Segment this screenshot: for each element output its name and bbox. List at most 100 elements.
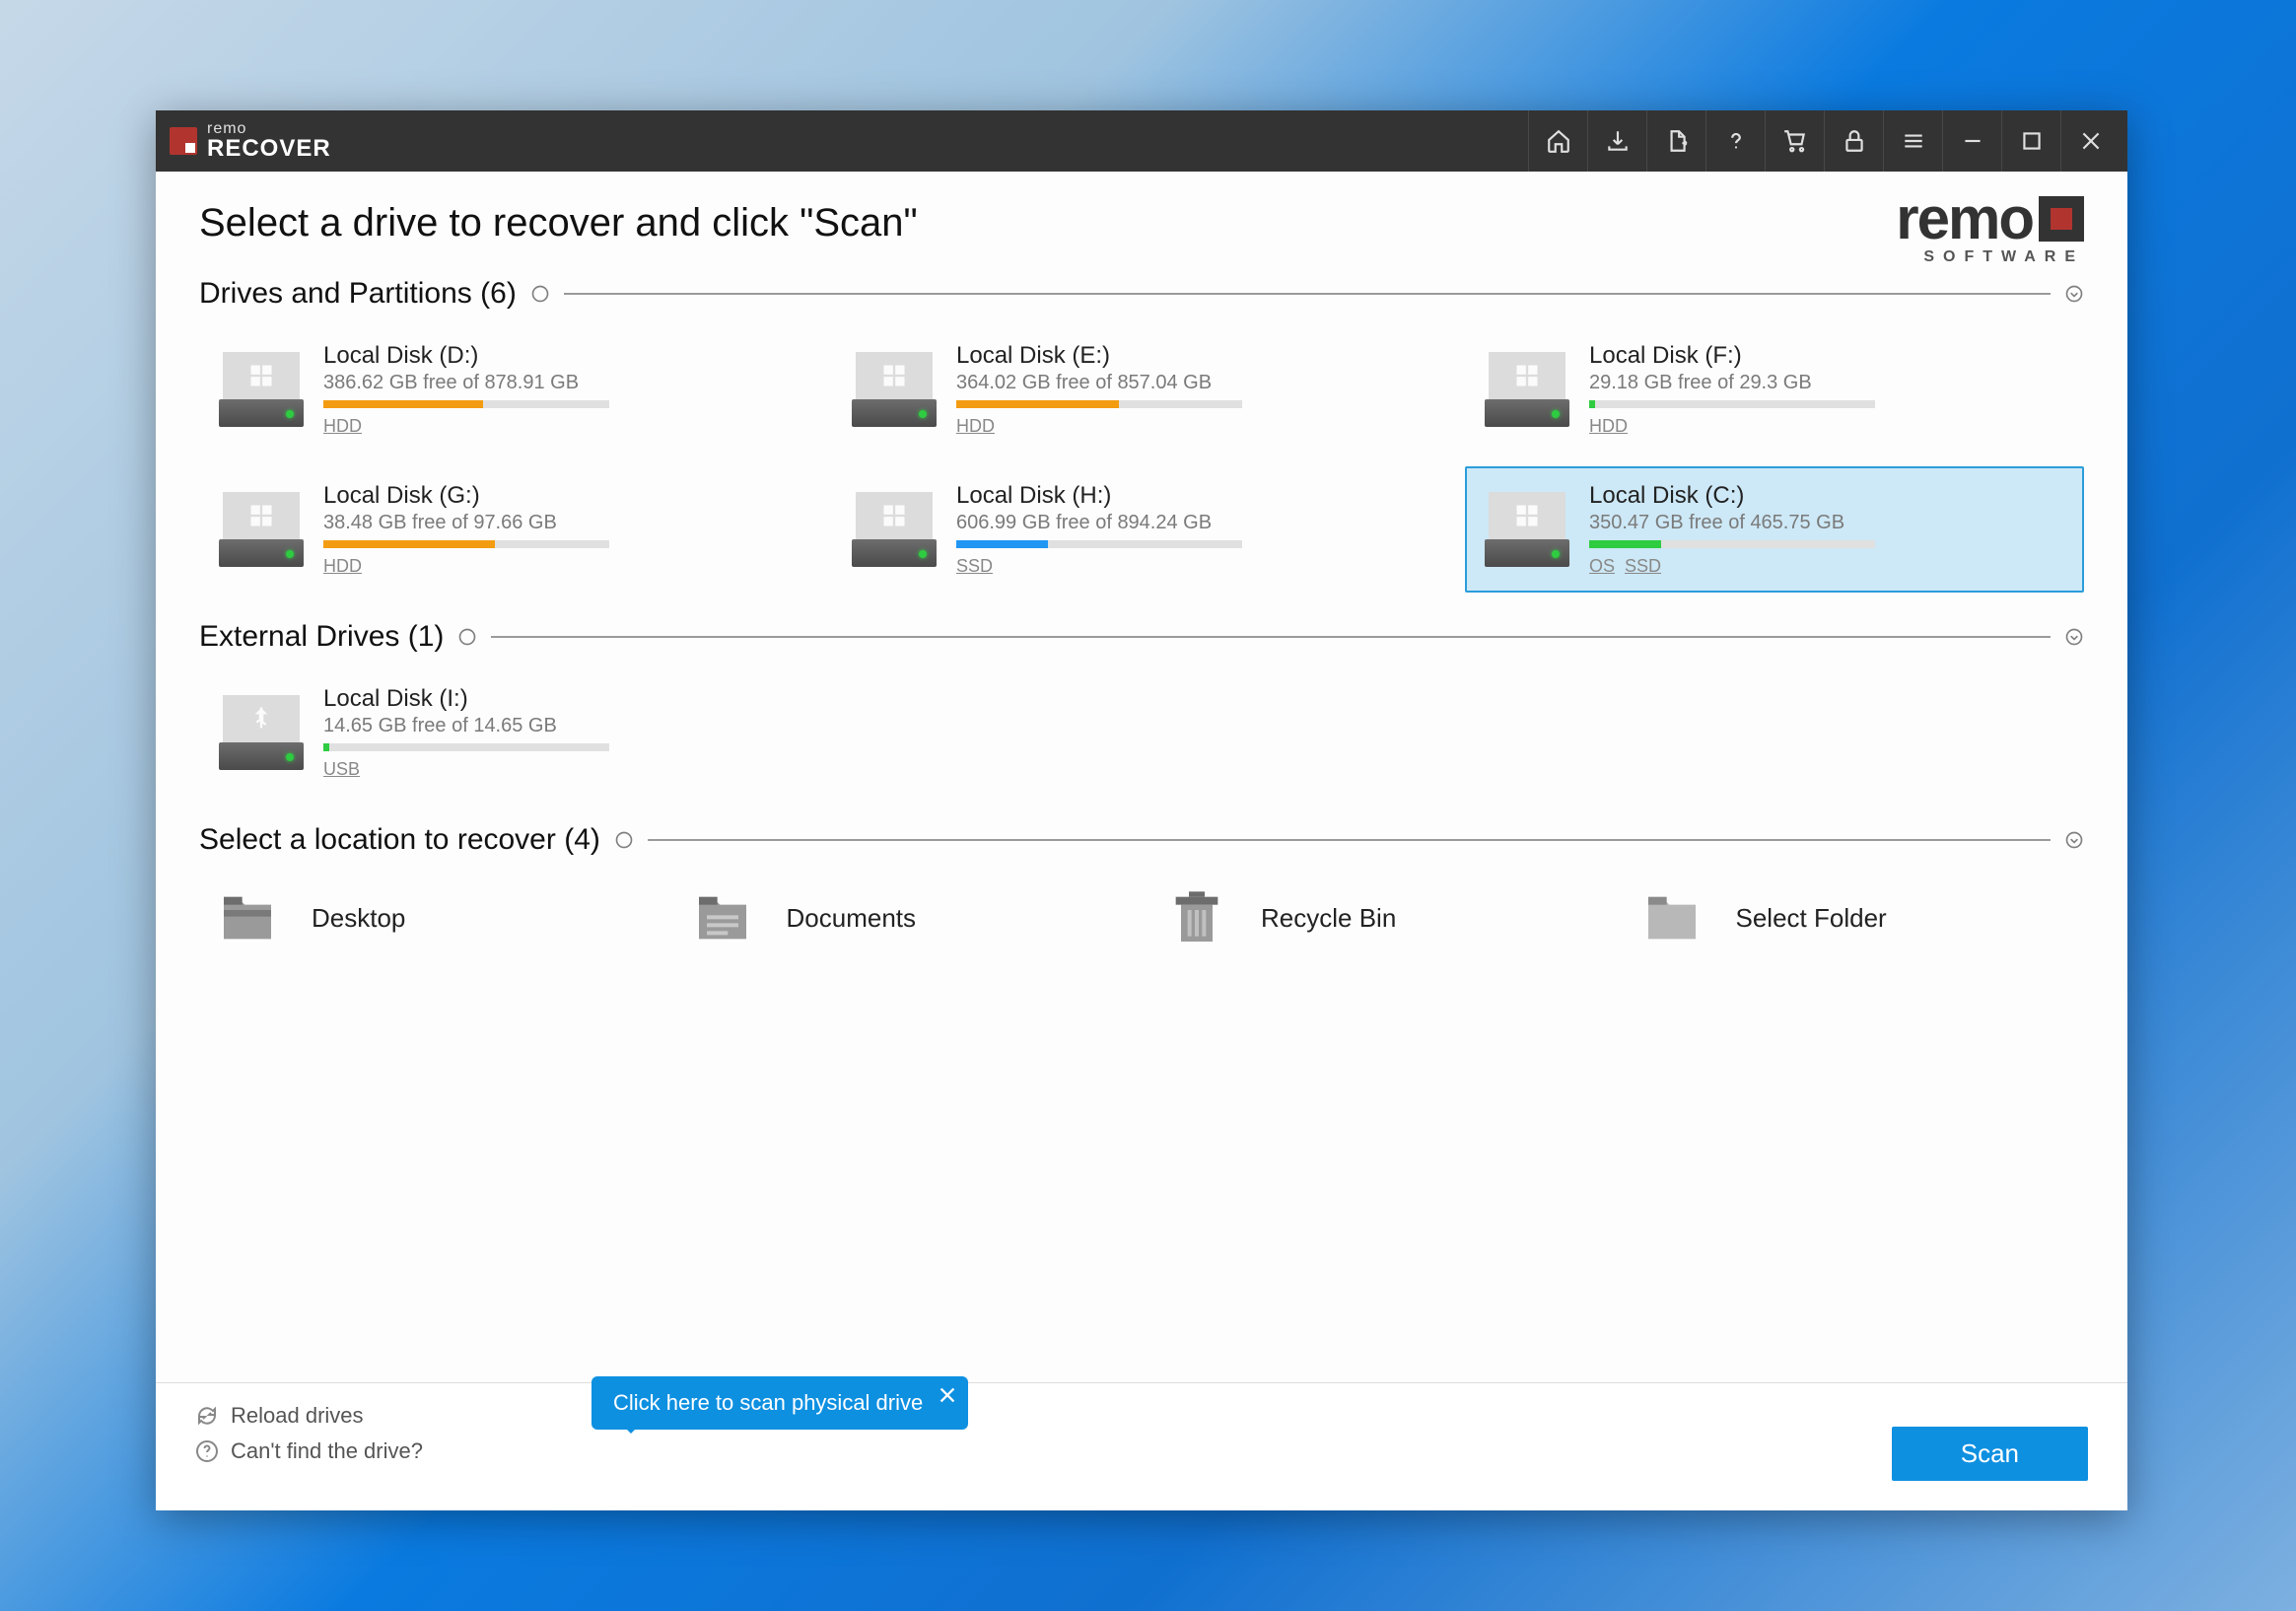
drive-usage-bar bbox=[1589, 540, 1875, 548]
cant-find-drive-link[interactable]: Can't find the drive? bbox=[195, 1438, 423, 1464]
drive-tag: SSD bbox=[956, 556, 993, 576]
cart-icon[interactable] bbox=[1765, 110, 1824, 172]
location-label: Documents bbox=[787, 903, 917, 934]
drive-tag: HDD bbox=[323, 416, 362, 436]
drive-free: 29.18 GB free of 29.3 GB bbox=[1589, 372, 2064, 394]
drive-icon bbox=[852, 492, 937, 567]
location-item[interactable]: Select Folder bbox=[1624, 873, 2085, 963]
drive-name: Local Disk (G:) bbox=[323, 482, 799, 510]
drive-icon bbox=[219, 695, 304, 770]
close-icon[interactable] bbox=[2060, 110, 2120, 172]
external-section-count: (1) bbox=[408, 620, 445, 653]
tooltip-text: Click here to scan physical drive bbox=[613, 1390, 923, 1415]
collapse-left-icon[interactable] bbox=[530, 284, 550, 304]
drive-free: 38.48 GB free of 97.66 GB bbox=[323, 512, 799, 534]
drive-usage-bar bbox=[1589, 400, 1875, 408]
drive-tag: HDD bbox=[323, 556, 362, 576]
question-icon bbox=[195, 1439, 219, 1463]
location-icon bbox=[1634, 886, 1710, 949]
drive-item[interactable]: Local Disk (H:) 606.99 GB free of 894.24… bbox=[832, 466, 1451, 593]
drive-usage-bar bbox=[956, 400, 1242, 408]
drive-free: 364.02 GB free of 857.04 GB bbox=[956, 372, 1431, 394]
drive-usage-bar bbox=[323, 743, 609, 751]
location-item[interactable]: Desktop bbox=[199, 873, 661, 963]
titlebar-logo: remo RECOVER bbox=[170, 121, 331, 161]
drive-icon bbox=[1485, 492, 1569, 567]
drive-usage-bar bbox=[323, 400, 609, 408]
location-item[interactable]: Documents bbox=[674, 873, 1136, 963]
drive-free: 386.62 GB free of 878.91 GB bbox=[323, 372, 799, 394]
drive-usage-bar bbox=[956, 540, 1242, 548]
collapse-left-icon[interactable] bbox=[457, 627, 477, 647]
help-icon[interactable] bbox=[1705, 110, 1765, 172]
menu-icon[interactable] bbox=[1883, 110, 1942, 172]
drive-free: 606.99 GB free of 894.24 GB bbox=[956, 512, 1431, 534]
drive-item[interactable]: Local Disk (C:) 350.47 GB free of 465.75… bbox=[1465, 466, 2084, 593]
drive-tag: HDD bbox=[956, 416, 995, 436]
locations-section-count: (4) bbox=[564, 823, 600, 856]
drive-name: Local Disk (F:) bbox=[1589, 342, 2064, 370]
collapse-right-icon[interactable] bbox=[2064, 627, 2084, 647]
locations-section-title: Select a location to recover bbox=[199, 823, 556, 856]
drive-tag: SSD bbox=[1625, 556, 1661, 576]
brand-logo-block-icon bbox=[2039, 196, 2084, 242]
section-header-drives: Drives and Partitions (6) bbox=[199, 277, 2084, 311]
location-item[interactable]: Recycle Bin bbox=[1148, 873, 1610, 963]
lock-icon[interactable] bbox=[1824, 110, 1883, 172]
tooltip-physical-drive: Click here to scan physical drive bbox=[591, 1376, 968, 1430]
drive-icon bbox=[219, 352, 304, 427]
minimize-icon[interactable] bbox=[1942, 110, 2001, 172]
drive-icon bbox=[852, 352, 937, 427]
section-header-external: External Drives (1) bbox=[199, 620, 2084, 654]
drive-item[interactable]: Local Disk (G:) 38.48 GB free of 97.66 G… bbox=[199, 466, 818, 593]
drive-item[interactable]: Local Disk (F:) 29.18 GB free of 29.3 GB… bbox=[1465, 326, 2084, 453]
tooltip-close-icon[interactable] bbox=[937, 1384, 958, 1406]
drive-tag: HDD bbox=[1589, 416, 1628, 436]
drive-tag: USB bbox=[323, 759, 360, 779]
drives-grid: Local Disk (D:) 386.62 GB free of 878.91… bbox=[199, 326, 2084, 593]
reload-drives-label: Reload drives bbox=[231, 1403, 364, 1429]
drive-usage-bar bbox=[323, 540, 609, 548]
titlebar-brand-big: RECOVER bbox=[207, 137, 331, 161]
home-icon[interactable] bbox=[1528, 110, 1587, 172]
drive-free: 350.47 GB free of 465.75 GB bbox=[1589, 512, 2064, 534]
app-window: remo RECOVER bbox=[156, 110, 2127, 1510]
drive-name: Local Disk (C:) bbox=[1589, 482, 2064, 510]
drive-item[interactable]: Local Disk (E:) 364.02 GB free of 857.04… bbox=[832, 326, 1451, 453]
location-label: Select Folder bbox=[1736, 903, 1887, 934]
location-icon bbox=[684, 886, 761, 949]
location-icon bbox=[209, 886, 286, 949]
drive-name: Local Disk (E:) bbox=[956, 342, 1431, 370]
content: remo SOFTWARE Select a drive to recover … bbox=[156, 172, 2127, 963]
external-grid: Local Disk (I:) 14.65 GB free of 14.65 G… bbox=[199, 669, 2084, 796]
drive-item[interactable]: Local Disk (D:) 386.62 GB free of 878.91… bbox=[199, 326, 818, 453]
collapse-right-icon[interactable] bbox=[2064, 284, 2084, 304]
collapse-right-icon[interactable] bbox=[2064, 830, 2084, 850]
page-title: Select a drive to recover and click "Sca… bbox=[199, 201, 2084, 245]
collapse-left-icon[interactable] bbox=[614, 830, 634, 850]
drive-icon bbox=[1485, 352, 1569, 427]
reload-icon bbox=[195, 1404, 219, 1428]
drive-name: Local Disk (H:) bbox=[956, 482, 1431, 510]
scan-button[interactable]: Scan bbox=[1892, 1427, 2088, 1481]
titlebar: remo RECOVER bbox=[156, 110, 2127, 172]
drives-section-title: Drives and Partitions bbox=[199, 277, 472, 310]
drive-icon bbox=[219, 492, 304, 567]
section-header-locations: Select a location to recover (4) bbox=[199, 823, 2084, 857]
export-icon[interactable] bbox=[1646, 110, 1705, 172]
import-icon[interactable] bbox=[1587, 110, 1646, 172]
drive-item[interactable]: Local Disk (I:) 14.65 GB free of 14.65 G… bbox=[199, 669, 818, 796]
brand-logo-text: remo bbox=[1896, 189, 2033, 248]
drive-name: Local Disk (D:) bbox=[323, 342, 799, 370]
reload-drives-link[interactable]: Reload drives bbox=[195, 1403, 423, 1429]
titlebar-controls bbox=[1528, 110, 2120, 172]
drives-section-count: (6) bbox=[480, 277, 517, 310]
location-label: Recycle Bin bbox=[1261, 903, 1396, 934]
brand-logo-sub: SOFTWARE bbox=[1896, 248, 2084, 266]
titlebar-logo-icon bbox=[170, 127, 197, 155]
maximize-icon[interactable] bbox=[2001, 110, 2060, 172]
location-icon bbox=[1158, 886, 1235, 949]
drive-free: 14.65 GB free of 14.65 GB bbox=[323, 715, 799, 737]
brand-logo: remo SOFTWARE bbox=[1896, 189, 2084, 266]
external-section-title: External Drives bbox=[199, 620, 399, 653]
